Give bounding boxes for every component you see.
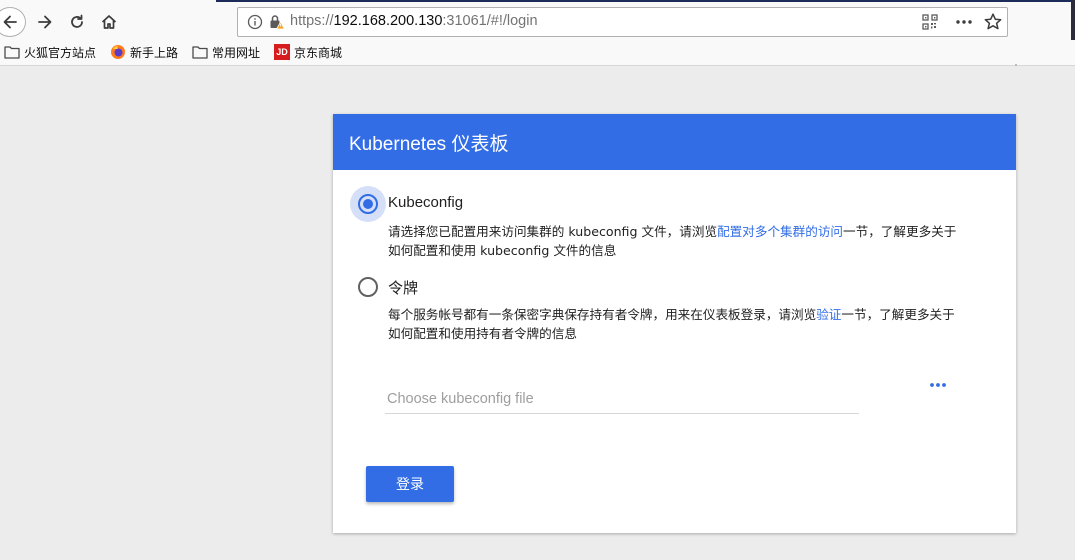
back-button[interactable] <box>0 7 26 37</box>
jd-icon: JD <box>274 44 291 60</box>
kubeconfig-file-input[interactable]: Choose kubeconfig file <box>385 383 859 414</box>
token-desc-text: 每个服务帐号都有一条保密字典保存持有者令牌，用来在仪表板登录，请浏览 <box>388 307 817 322</box>
arrow-left-icon <box>3 15 17 29</box>
file-input-placeholder: Choose kubeconfig file <box>387 391 534 407</box>
bookmark-label: 火狐官方站点 <box>24 45 97 60</box>
url-path: :31061/#!/login <box>442 13 538 29</box>
home-icon <box>101 15 117 29</box>
bookmarks-bar: 火狐官方站点 新手上路 常用网址 JD 京东商城 <box>0 41 352 63</box>
token-radio[interactable] <box>358 277 378 297</box>
token-option-label[interactable]: 令牌 <box>388 277 418 298</box>
bookmark-label: 京东商城 <box>294 45 343 60</box>
divider <box>1015 64 1017 66</box>
home-button[interactable] <box>96 7 122 37</box>
kubeconfig-description: 请选择您已配置用来访问集群的 kubeconfig 文件，请浏览配置对多个集群的… <box>388 222 963 260</box>
bookmark-label: 新手上路 <box>130 45 179 60</box>
window-edge <box>1071 0 1075 40</box>
address-bar[interactable]: https://192.168.200.130:31061/#!/login <box>237 7 1008 37</box>
firefox-icon <box>111 45 126 59</box>
arrow-right-icon <box>38 15 52 29</box>
authentication-link[interactable]: 验证 <box>816 307 841 322</box>
page-actions-icon[interactable] <box>955 14 973 30</box>
insecure-lock-icon[interactable] <box>268 13 286 31</box>
forward-button[interactable] <box>32 7 58 37</box>
qr-code-icon[interactable] <box>922 14 938 30</box>
bookmark-star-icon[interactable] <box>983 12 1003 32</box>
reload-button[interactable] <box>64 7 90 37</box>
url-host: 192.168.200.130 <box>333 13 443 29</box>
info-icon[interactable] <box>247 14 263 30</box>
more-horiz-icon[interactable] <box>929 380 947 390</box>
token-description: 每个服务帐号都有一条保密字典保存持有者令牌，用来在仪表板登录，请浏览验证一节，了… <box>388 305 963 343</box>
url-scheme: https:// <box>290 13 334 29</box>
bookmark-item[interactable]: 火狐官方站点 <box>4 44 96 61</box>
kubeconfig-desc-text: 请选择您已配置用来访问集群的 kubeconfig 文件，请浏览 <box>388 224 718 239</box>
kubeconfig-radio[interactable] <box>358 194 378 214</box>
page-load-indicator <box>216 0 1075 2</box>
folder-icon <box>4 46 20 59</box>
login-card: Kubernetes 仪表板 Kubeconfig 请选择您已配置用来访问集群的… <box>333 114 1016 533</box>
multi-cluster-access-link[interactable]: 配置对多个集群的访问 <box>717 224 843 239</box>
bookmark-item[interactable]: 常用网址 <box>192 44 260 61</box>
bookmark-label: 常用网址 <box>212 45 261 60</box>
reload-icon <box>71 14 83 28</box>
page-title: Kubernetes 仪表板 <box>349 134 509 155</box>
url-text[interactable]: https://192.168.200.130:31061/#!/login <box>290 13 538 29</box>
bookmark-item[interactable]: JD 京东商城 <box>274 44 342 61</box>
kubeconfig-option-label[interactable]: Kubeconfig <box>388 194 463 211</box>
bookmark-item[interactable]: 新手上路 <box>110 44 178 61</box>
login-button[interactable]: 登录 <box>366 466 454 502</box>
folder-icon <box>192 46 208 59</box>
browser-toolbar: https://192.168.200.130:31061/#!/login 火… <box>0 0 1075 66</box>
card-header: Kubernetes 仪表板 <box>333 114 1016 170</box>
